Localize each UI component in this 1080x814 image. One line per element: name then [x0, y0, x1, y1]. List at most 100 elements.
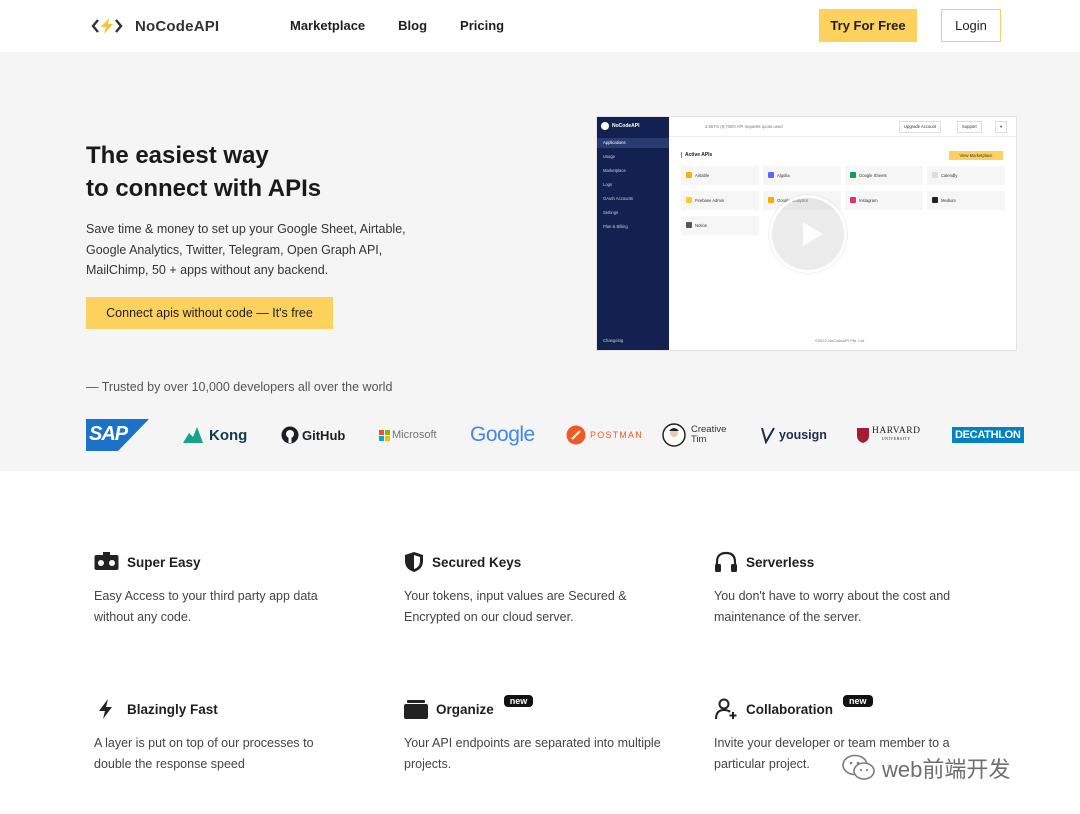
preview-sidebar: NoCodeAPI Applications Usage Marketplace…	[597, 117, 669, 350]
yousign-logo: yousign	[761, 418, 827, 452]
preview-app-card: Medium	[927, 191, 1005, 210]
lightning-icon	[99, 699, 112, 719]
preview-brand-text: NoCodeAPI	[612, 123, 640, 129]
feature-head: Collaboration new	[714, 695, 974, 721]
preview-menu-marketplace: Marketplace	[603, 168, 626, 173]
preview-app-card: Airtable	[681, 166, 759, 185]
new-badge: new	[503, 695, 534, 707]
microsoft-logo: Microsoft	[379, 418, 437, 452]
logo-icon	[91, 18, 123, 34]
preview-changelog: Changelog	[603, 338, 624, 343]
preview-dropdown-icon: ▾	[995, 121, 1008, 133]
hero-section: The easiest way to connect with APIs Sav…	[0, 52, 1080, 471]
nav-pricing[interactable]: Pricing	[460, 18, 504, 33]
feature-head: Serverless	[714, 550, 974, 574]
nav-marketplace[interactable]: Marketplace	[290, 18, 365, 33]
medium-icon	[932, 197, 938, 203]
preview-app-label: Google Sheets	[859, 173, 887, 178]
postman-logo-text: POSTMAN	[590, 430, 643, 440]
feature-description: A layer is put on top of our processes t…	[94, 736, 314, 771]
airtable-icon	[686, 172, 692, 178]
preview-app-label: Instagram	[859, 198, 878, 203]
feature-head: Secured Keys	[404, 550, 664, 574]
dashboard-preview-video[interactable]: NoCodeAPI Applications Usage Marketplace…	[597, 117, 1016, 350]
preview-app-card: Firebase Admin	[681, 191, 759, 210]
user-add-icon	[715, 698, 737, 720]
creative-tim-line2: Tim	[691, 434, 707, 445]
creative-tim-logo-icon	[662, 423, 686, 447]
hero-title: The easiest way to connect with APIs	[86, 139, 426, 205]
google-logo: Google	[470, 418, 535, 452]
preview-menu-billing: Plan & Billing	[603, 224, 628, 229]
feature-title: Blazingly Fast	[127, 701, 218, 717]
feature-head: Blazingly Fast	[94, 697, 354, 721]
preview-menu-oauth: OAuth Accounts	[603, 196, 634, 201]
sap-logo-text: SAP	[89, 423, 128, 445]
preview-app-label: Airtable	[695, 173, 710, 178]
feature-title: Serverless	[746, 554, 815, 570]
headphones-icon	[715, 551, 737, 572]
postman-logo-icon	[566, 425, 586, 445]
microsoft-logo-text: Microsoft	[392, 429, 437, 441]
watermark-text: web前端开发	[882, 757, 1011, 782]
feature-organize: Organize new Your API endpoints are sepa…	[404, 695, 664, 775]
preview-app-card: Notion	[681, 216, 759, 235]
shield-icon	[405, 552, 423, 572]
harvard-shield-icon	[857, 427, 869, 443]
github-logo-text: GitHub	[302, 427, 346, 443]
google-logo-text: Google	[470, 423, 535, 446]
harvard-logo: HARVARD UNIVERSITY	[857, 418, 921, 452]
preview-logo-icon	[601, 122, 609, 130]
postman-logo: POSTMAN	[566, 418, 643, 452]
preview-app-label: Calendly	[941, 173, 958, 178]
wechat-icon	[842, 754, 875, 780]
kong-logo-icon	[183, 427, 203, 443]
feature-head: Super Easy	[94, 550, 354, 574]
preview-upgrade-button: Upgrade Account	[899, 121, 942, 133]
preview-heading: Active APIs	[681, 152, 712, 158]
feature-blazingly-fast: Blazingly Fast A layer is put on top of …	[94, 697, 354, 775]
preview-menu-settings: Settings	[603, 210, 619, 215]
trusted-text: — Trusted by over 10,000 developers all …	[86, 380, 393, 394]
preview-app-card: Algolia	[763, 166, 841, 185]
preview-app-label: Algolia	[777, 173, 790, 178]
kong-logo-text: Kong	[209, 426, 248, 444]
feature-secured-keys: Secured Keys Your tokens, input values a…	[404, 550, 664, 628]
new-badge: new	[843, 695, 873, 707]
microsoft-logo-icon	[379, 429, 390, 441]
logo[interactable]: NoCodeAPI	[91, 16, 219, 36]
nav-blog[interactable]: Blog	[398, 18, 427, 33]
login-button[interactable]: Login	[941, 9, 1001, 42]
yousign-logo-text: yousign	[779, 428, 827, 442]
preview-app-card: Google Sheets	[845, 166, 923, 185]
feature-description: Your tokens, input values are Secured & …	[404, 589, 627, 624]
feature-super-easy: Super Easy Easy Access to your third par…	[94, 550, 354, 628]
preview-app-label: Firebase Admin	[695, 198, 725, 203]
creative-tim-text: Creative Tim	[691, 425, 726, 445]
decathlon-logo: DECATHLON	[952, 418, 1024, 452]
kong-logo: Kong	[181, 418, 247, 452]
connect-apis-button[interactable]: Connect apis without code — It's free	[86, 297, 333, 329]
firebase-icon	[686, 197, 692, 203]
preview-quota: 3.667% (9,700/0 API requests quota used	[705, 124, 783, 129]
watermark: web前端开发	[842, 752, 1010, 784]
creative-tim-logo: Creative Tim	[662, 418, 726, 452]
feature-title: Collaboration	[746, 701, 833, 717]
try-for-free-button[interactable]: Try For Free	[819, 9, 917, 42]
preview-menu-applications: Applications	[597, 138, 669, 148]
hero-title-line2: to connect with APIs	[86, 175, 322, 202]
feature-title: Super Easy	[127, 554, 201, 570]
play-icon[interactable]	[769, 195, 847, 273]
folder-icon	[404, 700, 428, 719]
preview-marketplace-button: View Marketplace	[949, 151, 1003, 160]
preview-brand: NoCodeAPI	[601, 122, 640, 130]
feature-serverless: Serverless You don't have to worry about…	[714, 550, 974, 628]
feature-description: Your API endpoints are separated into mu…	[404, 736, 661, 771]
github-logo: GitHub	[281, 418, 345, 452]
feature-head: Organize new	[404, 695, 664, 721]
feature-description: You don't have to worry about the cost a…	[714, 589, 951, 624]
preview-support-button: Support	[957, 121, 982, 133]
vr-headset-icon	[94, 552, 119, 570]
feature-title: Organize	[436, 701, 494, 717]
preview-app-label: Medium	[941, 198, 956, 203]
